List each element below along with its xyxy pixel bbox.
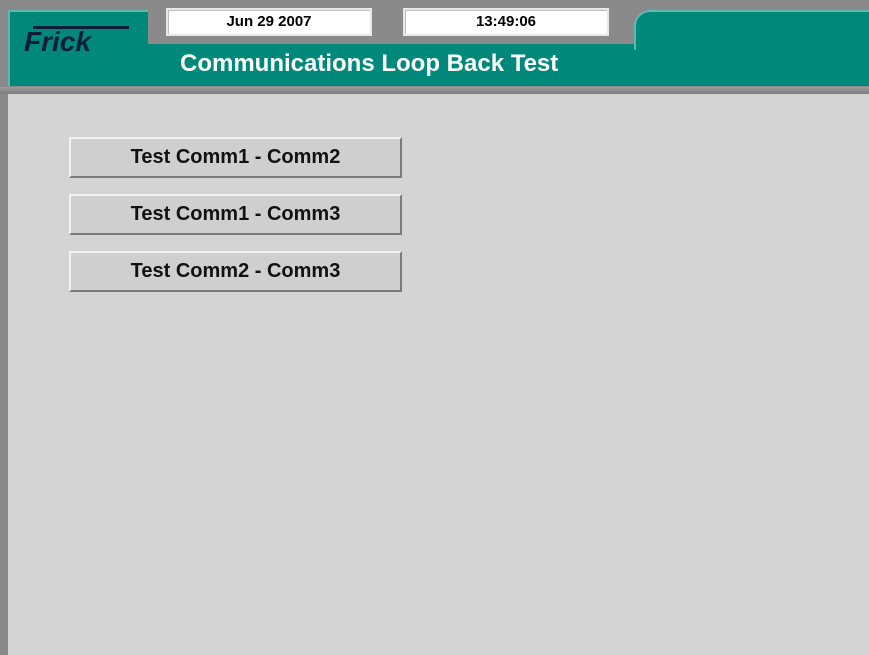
main-panel: Test Comm1 - Comm2 Test Comm1 - Comm3 Te… <box>0 94 869 655</box>
time-display: 13:49:06 <box>403 8 609 36</box>
page-title: Communications Loop Back Test <box>180 50 559 77</box>
header-teal-right-block <box>634 10 869 50</box>
loopback-test-screen: Frick Jun 29 2007 13:49:06 Communication… <box>0 0 869 655</box>
frick-logo: Frick <box>24 26 91 57</box>
date-display: Jun 29 2007 <box>166 8 372 36</box>
header-bar: Frick Jun 29 2007 13:49:06 Communication… <box>0 0 869 94</box>
test-comm1-comm3-button[interactable]: Test Comm1 - Comm3 <box>69 194 402 235</box>
test-comm1-comm2-button[interactable]: Test Comm1 - Comm2 <box>69 137 402 178</box>
test-comm2-comm3-button[interactable]: Test Comm2 - Comm3 <box>69 251 402 292</box>
header-divider <box>0 87 869 94</box>
